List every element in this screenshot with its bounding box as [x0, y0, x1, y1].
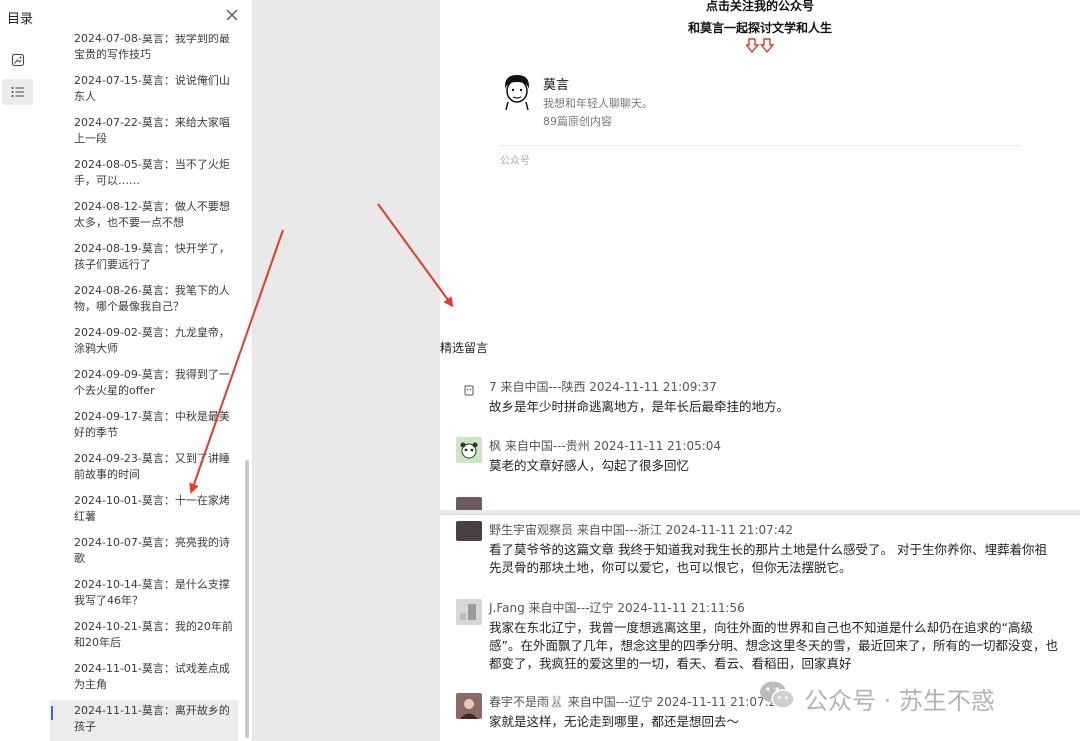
toc-item[interactable]: 2024-10-07-莫言：亮亮我的诗歌: [50, 535, 238, 567]
toc-item[interactable]: 2024-08-05-莫言：当不了火炬手，可以……: [50, 157, 238, 189]
toc-item[interactable]: 2024-10-21-莫言：我的20年前和20年后: [50, 619, 238, 651]
comment-text: 故乡是年少时拼命逃离地方，是年长后最牵挂的地方。: [489, 399, 790, 414]
toc-item[interactable]: 2024-07-08-莫言：我学到的最宝贵的写作技巧: [50, 34, 238, 63]
comment-meta: 7 来自中国---陕西 2024-11-11 21:09:37: [489, 380, 717, 394]
wechat-icon: [760, 681, 795, 709]
comment-text: 我家在东北辽宁，我曾一度想逃离这里，向往外面的世界和自己也不知道是什么却仍在追求…: [489, 620, 1058, 671]
author-bio: 我想和年轻人聊聊天。: [543, 97, 653, 110]
account-card[interactable]: 莫言 我想和年轻人聊聊天。 89篇原创内容: [502, 74, 1022, 144]
account-type-label: 公众号: [500, 156, 530, 167]
article-count: 89篇原创内容: [543, 115, 612, 128]
comment-meta: 春宇不是雨🐰 来自中国---辽宁 2024-11-11 21:07:22: [489, 695, 785, 709]
toc-sidebar: 目录 2024-07-08-莫言：我学到的最宝贵的写作技巧 2024-07-15-…: [0, 0, 253, 741]
comment-meta: 野生宇宙观察员 来自中国---浙江 2024-11-11 21:07:42: [489, 523, 794, 537]
toc-item[interactable]: 2024-08-12-莫言：做人不要想太多，也不要一点不想: [50, 199, 238, 231]
toc-list: 2024-07-08-莫言：我学到的最宝贵的写作技巧 2024-07-15-莫言：…: [50, 34, 240, 741]
sidebar-header: 目录: [0, 0, 252, 34]
divider: [500, 145, 1020, 146]
author-name: 莫言: [543, 78, 570, 93]
user-avatar: [456, 599, 482, 625]
comment-text: 莫老的文章好感人，勾起了很多回忆: [489, 458, 690, 473]
comment-meta: J.Fang 来自中国---辽宁 2024-11-11 21:11:56: [489, 601, 745, 615]
toc-item[interactable]: 2024-09-09-莫言：我得到了一个去火星的offer: [50, 367, 238, 399]
toc-item[interactable]: 2024-09-23-莫言：又到了讲睡前故事的时间: [50, 451, 238, 483]
sidebar-title: 目录: [7, 12, 34, 27]
user-avatar: [456, 693, 482, 719]
article-panel: 点击关注我的公众号 和莫言一起探讨文学和人生 莫言 我想和年轻人聊聊天。 89篇…: [440, 0, 1080, 510]
author-avatar: [502, 74, 532, 111]
user-avatar: [456, 497, 482, 510]
toc-item[interactable]: 2024-10-14-莫言：是什么支撑我写了46年？: [50, 577, 238, 609]
toc-item[interactable]: 2024-07-15-莫言：说说俺们山东人: [50, 73, 238, 105]
comment-meta: 枫 来自中国---贵州 2024-11-11 21:05:04: [489, 439, 722, 453]
toc-item[interactable]: 2024-08-26-莫言：我笔下的人物，哪个最像我自己？: [50, 283, 238, 315]
close-icon[interactable]: [224, 7, 240, 23]
featured-comments-heading: 精选留言: [440, 341, 489, 355]
follow-subtitle: 和莫言一起探讨文学和人生: [687, 21, 832, 35]
user-avatar: [456, 378, 482, 404]
toc-item[interactable]: 2024-10-01-莫言：十一在家烤红薯: [50, 493, 238, 525]
toc-item[interactable]: 2024-09-17-莫言：中秋是最美好的季节: [50, 409, 238, 441]
toc-item[interactable]: 2024-08-19-莫言：快开学了，孩子们要远行了: [50, 241, 238, 273]
watermark-text: 公众号 · 苏生不惑: [804, 687, 995, 715]
follow-prompt: 点击关注我的公众号: [705, 0, 814, 13]
comment-text: 看了莫爷爷的这篇文章 我终于知道我对我生长的那片土地是什么感受了。 对于生你养你…: [489, 542, 1047, 575]
sidebar-icon-rail: [0, 34, 40, 741]
pointing-down-icon: [745, 37, 776, 54]
watermark: 公众号 · 苏生不惑: [758, 679, 1058, 715]
toc-item[interactable]: 2024-11-11-莫言：离开故乡的孩子: [50, 700, 238, 741]
toc-scrollbar[interactable]: [245, 460, 249, 738]
image-icon[interactable]: [2, 47, 33, 73]
toc-item[interactable]: 2024-09-02-莫言：九龙皇帝，涂鸦大师: [50, 325, 238, 357]
toc-item[interactable]: 2024-11-01-莫言：试戏差点成为主角: [50, 661, 238, 693]
toc-item[interactable]: 2024-07-22-莫言：来给大家唱上一段: [50, 115, 238, 147]
user-avatar: [456, 437, 482, 463]
list-icon[interactable]: [2, 79, 33, 105]
user-avatar: [456, 521, 482, 541]
